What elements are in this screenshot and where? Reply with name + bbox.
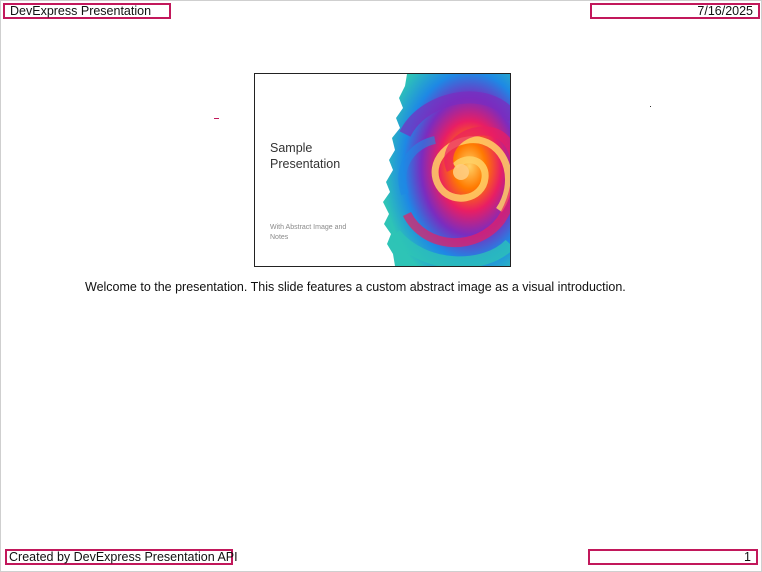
slide-subtitle: With Abstract Image and Notes (270, 224, 347, 241)
page-number: 1 (588, 549, 758, 565)
slide-title: Sample Presentation (270, 141, 341, 171)
header-left-text: DevExpress Presentation (3, 3, 171, 19)
header-date: 7/16/2025 (590, 3, 760, 19)
stray-mark (214, 118, 219, 119)
page: DevExpress Presentation 7/16/2025 Sample… (0, 0, 762, 572)
stray-dot (650, 106, 651, 107)
slide-thumbnail[interactable]: Sample Presentation With Abstract Image … (254, 73, 511, 267)
footer-left-text: Created by DevExpress Presentation API (5, 549, 238, 565)
slide-notes: Welcome to the presentation. This slide … (85, 280, 626, 294)
